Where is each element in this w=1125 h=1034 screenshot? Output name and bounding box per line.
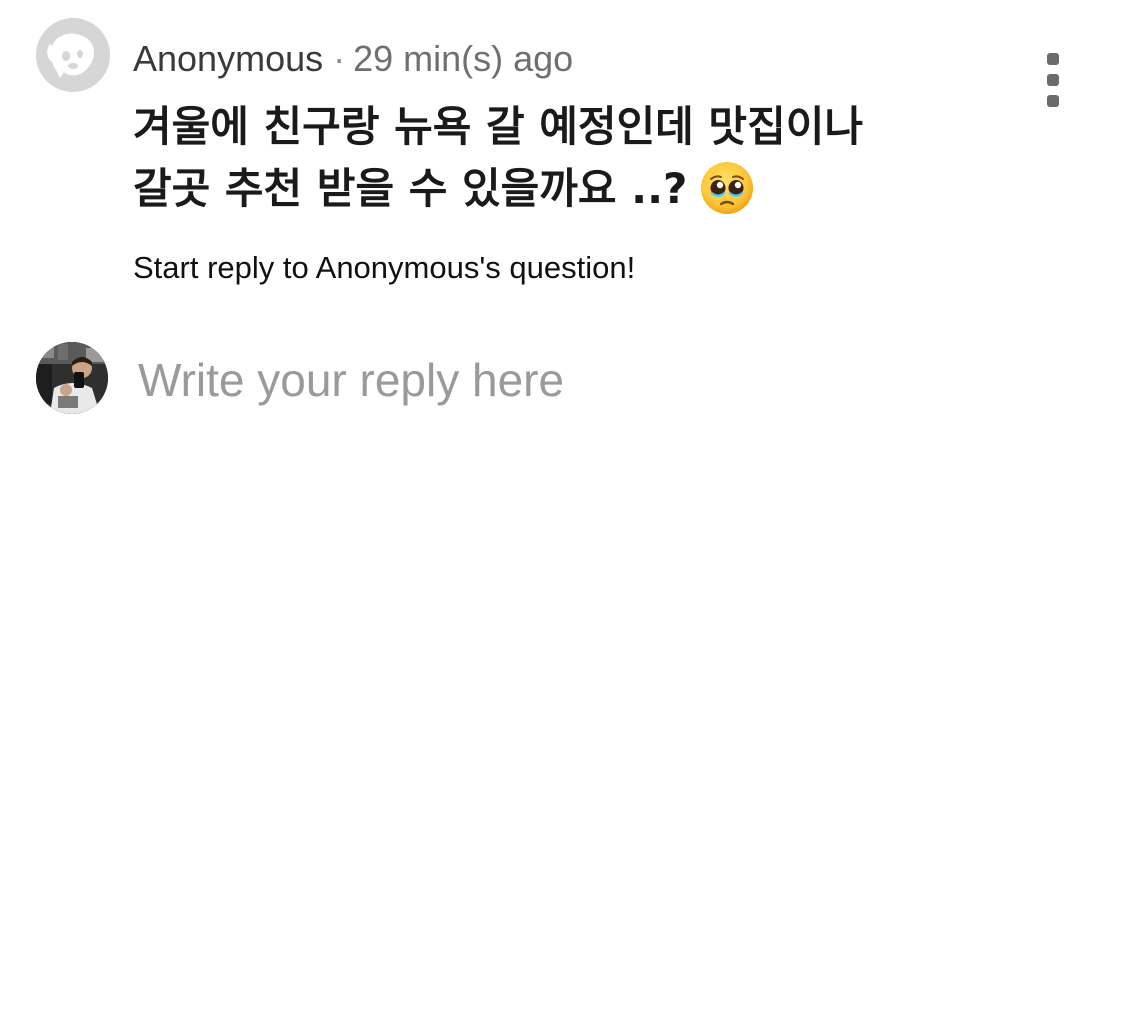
post-meta: Anonymous · 29 min(s) ago <box>133 36 573 82</box>
question-line-1: 겨울에 친구랑 뉴욕 갈 예정인데 맛집이나 <box>133 102 863 151</box>
question-post: Anonymous · 29 min(s) ago 겨울에 친구랑 뉴욕 갈 예정인… <box>0 0 1125 230</box>
anonymous-dog-icon <box>36 18 110 92</box>
more-options-button[interactable] <box>1038 50 1068 112</box>
more-vertical-icon-dot <box>1047 74 1059 86</box>
more-vertical-icon-dot <box>1047 95 1059 107</box>
reply-composer <box>0 340 1125 420</box>
author-name[interactable]: Anonymous <box>133 38 323 79</box>
anonymous-avatar[interactable] <box>36 18 110 92</box>
pleading-face-emoji-icon <box>699 160 755 216</box>
user-profile-photo <box>36 342 108 414</box>
reply-prompt-text: Start reply to Anonymous's question! <box>133 250 636 285</box>
question-line-2: 갈곳 추천 받을 수 있을까요 ..? <box>133 164 688 213</box>
question-text: 겨울에 친구랑 뉴욕 갈 예정인데 맛집이나 갈곳 추천 받을 수 있을까요 .… <box>133 96 993 220</box>
post-timestamp: 29 min(s) ago <box>353 38 574 79</box>
reply-input[interactable] <box>138 348 1038 412</box>
question-line-2-wrap: 갈곳 추천 받을 수 있을까요 ..? <box>133 158 993 220</box>
user-avatar[interactable] <box>36 342 108 414</box>
meta-separator: · <box>333 38 346 79</box>
more-vertical-icon-dot <box>1047 53 1059 65</box>
